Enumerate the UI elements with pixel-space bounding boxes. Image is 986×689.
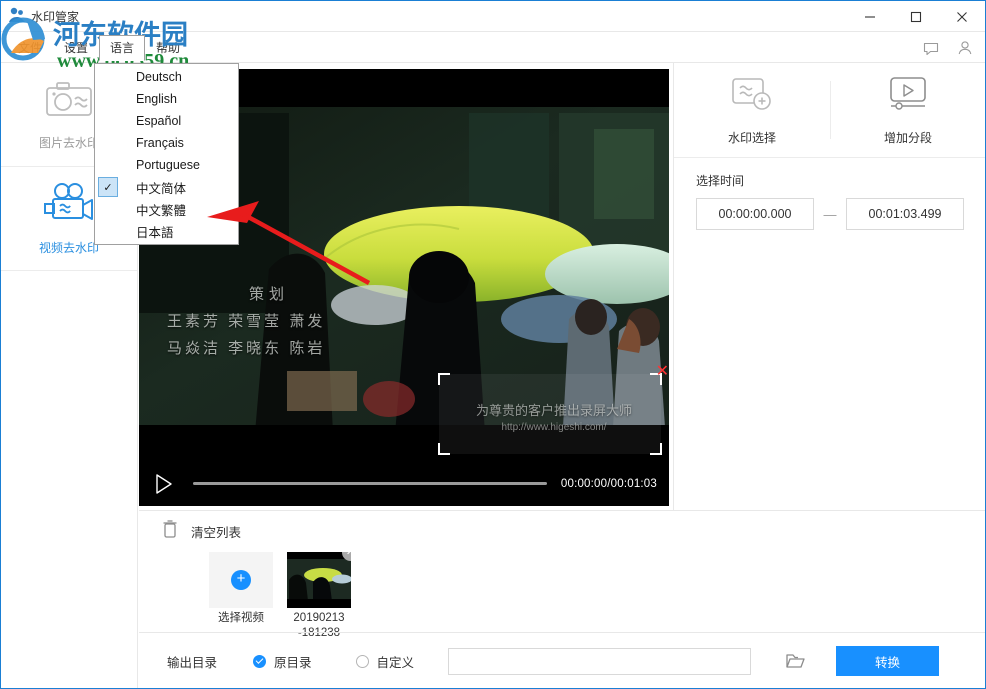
lang-item-espanol[interactable]: Español xyxy=(95,110,238,132)
output-path-input[interactable] xyxy=(448,647,752,675)
video-thumbnail[interactable]: ✕ xyxy=(287,552,351,608)
menu-item-group: 文件 设置 语言 帮助 xyxy=(7,32,191,63)
tool-label: 水印选择 xyxy=(727,131,776,145)
right-panel: 水印选择 增加分段 选择时间 00:00:00.000 — 00:01:03.4… xyxy=(673,63,985,510)
lang-label: Français xyxy=(136,136,184,150)
lang-label: 中文繁體 xyxy=(136,203,187,218)
custom-dir-radio[interactable] xyxy=(355,654,369,668)
folder-open-icon[interactable] xyxy=(784,650,806,672)
maximize-button[interactable] xyxy=(893,1,939,32)
add-video-button[interactable]: + xyxy=(209,552,273,608)
camcorder-watermark-icon xyxy=(41,182,97,231)
file-list-panel: 清空列表 + 选择视频 20190213 -181238 xyxy=(139,510,985,639)
end-time-input[interactable]: 00:01:03.499 xyxy=(846,198,964,230)
menu-settings[interactable]: 设置 xyxy=(53,35,99,61)
lang-label: 中文简体 xyxy=(136,181,187,196)
application-window: 水印管家 文件 设置 语言 帮助 www.pc0359.cn 图片去水印 视频去… xyxy=(0,0,986,689)
credits-line-2: 马焱洁 李晓东 陈岩 xyxy=(167,340,326,357)
add-video-label: 选择视频 xyxy=(218,612,264,624)
output-option-original[interactable]: 原目录 xyxy=(253,652,312,671)
lang-item-chinese-traditional[interactable]: 中文繁體 xyxy=(95,198,238,220)
custom-dir-label: 自定义 xyxy=(376,655,415,670)
menu-help[interactable]: 帮助 xyxy=(145,35,191,61)
lang-label: Deutsch xyxy=(136,70,182,84)
thumbnail-image xyxy=(287,552,351,608)
minimize-button[interactable] xyxy=(847,1,893,32)
selection-handle-bottom-left[interactable] xyxy=(438,443,450,455)
clear-list-label: 清空列表 xyxy=(191,526,242,540)
output-option-custom[interactable]: 自定义 xyxy=(355,652,415,671)
watermark-select-button[interactable]: 水印选择 xyxy=(674,63,830,157)
clear-list-button[interactable]: 清空列表 xyxy=(139,511,985,544)
plus-circle-icon[interactable]: + xyxy=(231,570,251,590)
output-bar: 输出目录 原目录 自定义 转换 xyxy=(139,632,985,688)
window-title: 水印管家 xyxy=(31,10,80,24)
selection-handle-top-left[interactable] xyxy=(438,373,450,385)
tool-label: 增加分段 xyxy=(883,131,932,145)
add-segment-icon xyxy=(885,74,931,119)
original-dir-radio[interactable] xyxy=(253,654,267,668)
list-item[interactable]: ✕ 20190213 -181238 xyxy=(287,552,351,641)
item-label-line-1: 20190213 xyxy=(293,612,345,624)
lang-label: 日本語 xyxy=(136,225,174,240)
watermark-selection-box[interactable]: ✕ xyxy=(438,364,669,455)
lang-item-francais[interactable]: Français xyxy=(95,132,238,154)
close-button[interactable] xyxy=(939,1,985,32)
convert-button[interactable]: 转换 xyxy=(836,646,940,676)
lang-label: English xyxy=(136,92,177,106)
time-range-separator: — xyxy=(823,206,837,222)
output-dir-label: 输出目录 xyxy=(167,655,218,670)
time-section-title: 选择时间 xyxy=(696,174,745,188)
credits-title: 策划 xyxy=(249,286,290,303)
thumbnail-row: + 选择视频 ✕ xyxy=(139,544,985,641)
tool-buttons: 水印选择 增加分段 xyxy=(674,63,985,158)
menu-bar-actions xyxy=(919,32,977,63)
camera-watermark-icon xyxy=(43,79,95,126)
menu-language[interactable]: 语言 xyxy=(99,34,146,61)
video-time-display: 00:00:00/00:01:03 xyxy=(560,477,657,490)
lang-item-chinese-simplified[interactable]: ✓ 中文简体 xyxy=(95,176,238,198)
selection-handle-bottom-right[interactable] xyxy=(650,443,662,455)
video-progress-slider[interactable] xyxy=(193,482,547,485)
lang-item-english[interactable]: English xyxy=(95,88,238,110)
add-video-tile[interactable]: + 选择视频 xyxy=(209,552,273,626)
original-dir-label: 原目录 xyxy=(274,655,312,670)
lang-item-deutsch[interactable]: Deutsch xyxy=(95,66,238,88)
app-logo-icon xyxy=(7,5,29,27)
add-segment-button[interactable]: 增加分段 xyxy=(830,63,985,157)
menu-file[interactable]: 文件 xyxy=(7,35,53,61)
watermark-add-icon xyxy=(729,74,775,119)
trash-icon[interactable] xyxy=(161,519,179,544)
video-controls: 00:00:00/00:01:03 xyxy=(139,461,669,506)
credits-line-1: 王素芳 荣雪莹 萧发 xyxy=(167,313,326,330)
sidebar-item-label: 图片去水印 xyxy=(38,135,99,150)
title-bar: 水印管家 xyxy=(1,1,985,32)
lang-label: Portuguese xyxy=(136,158,200,172)
time-range-row: 00:00:00.000 — 00:01:03.499 xyxy=(696,198,964,230)
window-controls xyxy=(847,1,985,32)
start-time-input[interactable]: 00:00:00.000 xyxy=(696,198,814,230)
play-triangle-icon[interactable] xyxy=(151,472,175,496)
chat-bubble-icon[interactable] xyxy=(919,36,943,60)
lang-label: Español xyxy=(136,114,182,128)
time-selection-section: 选择时间 00:00:00.000 — 00:01:03.499 xyxy=(674,158,985,230)
user-account-icon[interactable] xyxy=(953,36,977,60)
selection-close-icon[interactable]: ✕ xyxy=(656,364,669,380)
lang-item-portuguese[interactable]: Portuguese xyxy=(95,154,238,176)
video-credits-overlay: 策划 王素芳 荣雪莹 萧发 马焱洁 李晓东 陈岩 xyxy=(167,281,417,362)
language-dropdown-menu: Deutsch English Español Français Portugu… xyxy=(94,63,239,245)
sidebar-item-label: 视频去水印 xyxy=(38,240,99,255)
check-icon: ✓ xyxy=(98,177,118,197)
lang-item-japanese[interactable]: 日本語 xyxy=(95,220,238,242)
menu-bar: 文件 设置 语言 帮助 xyxy=(1,32,985,63)
